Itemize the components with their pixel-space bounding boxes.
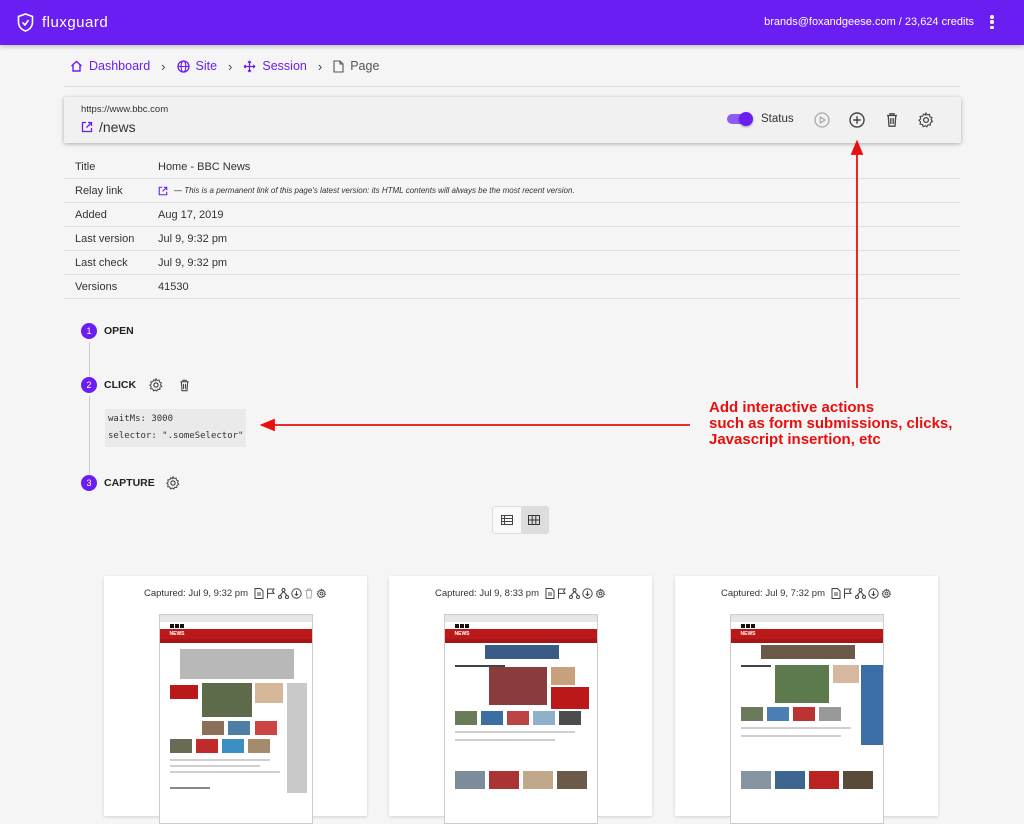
grid-view-button[interactable] xyxy=(520,507,548,533)
view-mode-toggle xyxy=(492,506,549,534)
settings-gear-icon[interactable] xyxy=(316,588,327,599)
flag-icon[interactable] xyxy=(843,588,853,599)
thumb-bbc-logo xyxy=(159,622,312,629)
grid-icon xyxy=(528,515,541,525)
capture-date: Captured: Jul 9, 8:33 pm xyxy=(434,588,540,599)
settings-gear-icon[interactable] xyxy=(595,588,606,599)
capture-header: Captured: Jul 9, 9:32 pm xyxy=(104,588,367,599)
sitemap-icon[interactable] xyxy=(855,588,867,599)
document-icon[interactable] xyxy=(545,588,555,599)
capture-card[interactable]: Captured: Jul 9, 7:32 pm NEWS xyxy=(675,576,938,824)
flag-icon[interactable] xyxy=(266,588,276,599)
capture-header: Captured: Jul 9, 8:33 pm xyxy=(389,588,652,599)
annotation-line: Javascript insertion, etc xyxy=(709,431,881,448)
thumb-browser-chrome xyxy=(444,615,597,622)
capture-date: Captured: Jul 9, 7:32 pm xyxy=(720,588,826,599)
list-icon xyxy=(500,515,513,525)
annotation-callout: Add interactive actions such as form sub… xyxy=(709,400,952,448)
flag-icon[interactable] xyxy=(557,588,567,599)
thumb-bbc-logo xyxy=(730,622,883,629)
thumb-body xyxy=(731,643,883,823)
download-icon[interactable] xyxy=(291,588,302,599)
capture-header: Captured: Jul 9, 7:32 pm xyxy=(675,588,938,599)
thumb-news-banner: NEWS xyxy=(159,629,312,639)
delete-icon[interactable] xyxy=(304,588,314,599)
annotation-line: Add interactive actions xyxy=(709,399,875,416)
download-icon[interactable] xyxy=(582,588,593,599)
document-icon[interactable] xyxy=(254,588,264,599)
thumb-body xyxy=(445,643,597,823)
capture-card[interactable]: Captured: Jul 9, 8:33 pm NEWS xyxy=(389,576,652,824)
thumb-browser-chrome xyxy=(730,615,883,622)
thumb-body xyxy=(160,643,312,823)
document-icon[interactable] xyxy=(831,588,841,599)
list-view-button[interactable] xyxy=(493,507,521,533)
capture-actions xyxy=(829,588,892,599)
capture-thumbnail[interactable]: NEWS xyxy=(443,614,598,824)
capture-thumbnail[interactable]: NEWS xyxy=(729,614,884,824)
annotation-line: such as form submissions, clicks, xyxy=(709,415,953,432)
capture-thumbnail[interactable]: NEWS xyxy=(158,614,313,824)
download-icon[interactable] xyxy=(868,588,879,599)
thumb-bbc-logo xyxy=(444,622,597,629)
capture-date: Captured: Jul 9, 9:32 pm xyxy=(143,588,249,599)
capture-actions xyxy=(252,588,327,599)
thumb-news-banner: NEWS xyxy=(730,629,883,639)
thumb-browser-chrome xyxy=(159,615,312,622)
capture-actions xyxy=(543,588,606,599)
sitemap-icon[interactable] xyxy=(278,588,290,599)
settings-gear-icon[interactable] xyxy=(881,588,892,599)
thumb-news-banner: NEWS xyxy=(444,629,597,639)
capture-card[interactable]: Captured: Jul 9, 9:32 pm NEWS xyxy=(104,576,367,824)
sitemap-icon[interactable] xyxy=(569,588,581,599)
